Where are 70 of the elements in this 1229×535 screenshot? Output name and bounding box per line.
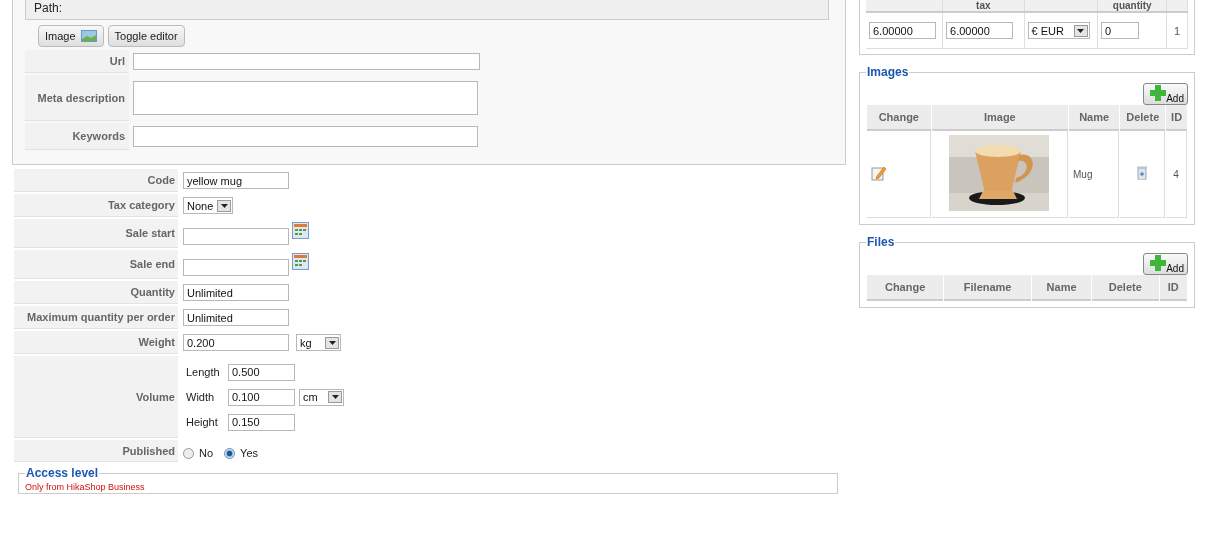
meta-description-field[interactable] (133, 81, 478, 115)
column-header: ID (1166, 105, 1187, 131)
section-title: Files (866, 235, 896, 249)
date-field[interactable] (183, 259, 289, 276)
section-title: Access level (25, 466, 100, 480)
trash-icon[interactable] (1137, 166, 1148, 180)
text-field[interactable]: yellow mug (183, 172, 289, 189)
column-header: Name (1032, 275, 1092, 301)
column-header: Filename (944, 275, 1032, 301)
edit-icon[interactable] (871, 165, 887, 181)
plus-icon (1150, 85, 1167, 101)
image-icon (80, 30, 97, 42)
path-bar: Path: (25, 0, 829, 20)
date-field[interactable] (183, 228, 289, 245)
field-label: Published (14, 440, 178, 462)
column-header: Name (1069, 105, 1120, 131)
unit-select[interactable]: cm (299, 388, 344, 406)
text-field[interactable]: Unlimited (183, 284, 289, 301)
url-field[interactable] (133, 53, 480, 70)
section-title: Images (866, 65, 910, 79)
price-field[interactable]: 0 (1101, 22, 1140, 39)
field-label: Code (14, 169, 178, 192)
caret-icon (328, 340, 336, 345)
field-label: Meta description (25, 75, 129, 121)
calendar-icon[interactable] (292, 253, 309, 270)
field-label: Sale end (14, 250, 178, 279)
tax-category-select[interactable]: None (183, 197, 234, 214)
dimension-field[interactable]: 0.100 (228, 388, 295, 406)
dimension-label: Width (186, 391, 216, 403)
dimension-field[interactable]: 0.150 (228, 413, 295, 431)
column-header: Image (931, 105, 1069, 131)
keywords-field[interactable] (133, 126, 478, 147)
weight-field[interactable]: 0.200 (183, 334, 289, 351)
text-field[interactable]: Unlimited (183, 309, 289, 326)
radio-option[interactable]: Yes (224, 447, 258, 459)
add-button[interactable]: Add (1143, 253, 1188, 275)
field-label: Weight (14, 331, 178, 354)
price-field[interactable]: 6.00000 (869, 22, 936, 39)
field-label: Keywords (25, 123, 129, 150)
dimension-field[interactable]: 0.500 (228, 363, 295, 381)
table-cell: Mug (1069, 131, 1120, 218)
unit-select[interactable]: kg (296, 334, 341, 351)
column-header: Delete (1092, 275, 1159, 301)
editor-button[interactable]: Image (38, 25, 104, 47)
access-level-text: Only from HikaShop Business (25, 482, 145, 492)
dimension-label: Height (186, 416, 219, 428)
column-header: ID (1159, 275, 1187, 301)
column-header: Change (867, 105, 931, 131)
table-cell-text: 1 (1173, 24, 1182, 37)
field-label: Tax category (14, 194, 178, 217)
field-label: Url (25, 50, 129, 73)
editor-button[interactable]: Toggle editor (107, 25, 185, 47)
price-field[interactable]: 6.00000 (946, 22, 1013, 39)
column-header: Change (867, 275, 944, 301)
currency-select[interactable]: € EUR (1027, 22, 1090, 39)
field-label: Quantity (14, 281, 178, 304)
column-header: Delete (1120, 105, 1166, 131)
field-label: Sale start (14, 219, 178, 248)
table-cell: 4 (1166, 131, 1187, 218)
caret-icon (220, 203, 228, 208)
caret-icon (331, 395, 339, 399)
plus-icon (1150, 255, 1167, 271)
dimension-label: Length (186, 366, 221, 378)
radio-option[interactable]: No (183, 447, 214, 459)
add-button[interactable]: Add (1143, 83, 1188, 105)
field-label: Volume (14, 356, 178, 438)
caret-icon (1077, 28, 1085, 33)
field-label: Maximum quantity per order (14, 306, 178, 329)
calendar-icon[interactable] (292, 222, 309, 239)
column-header: tax (976, 0, 991, 10)
